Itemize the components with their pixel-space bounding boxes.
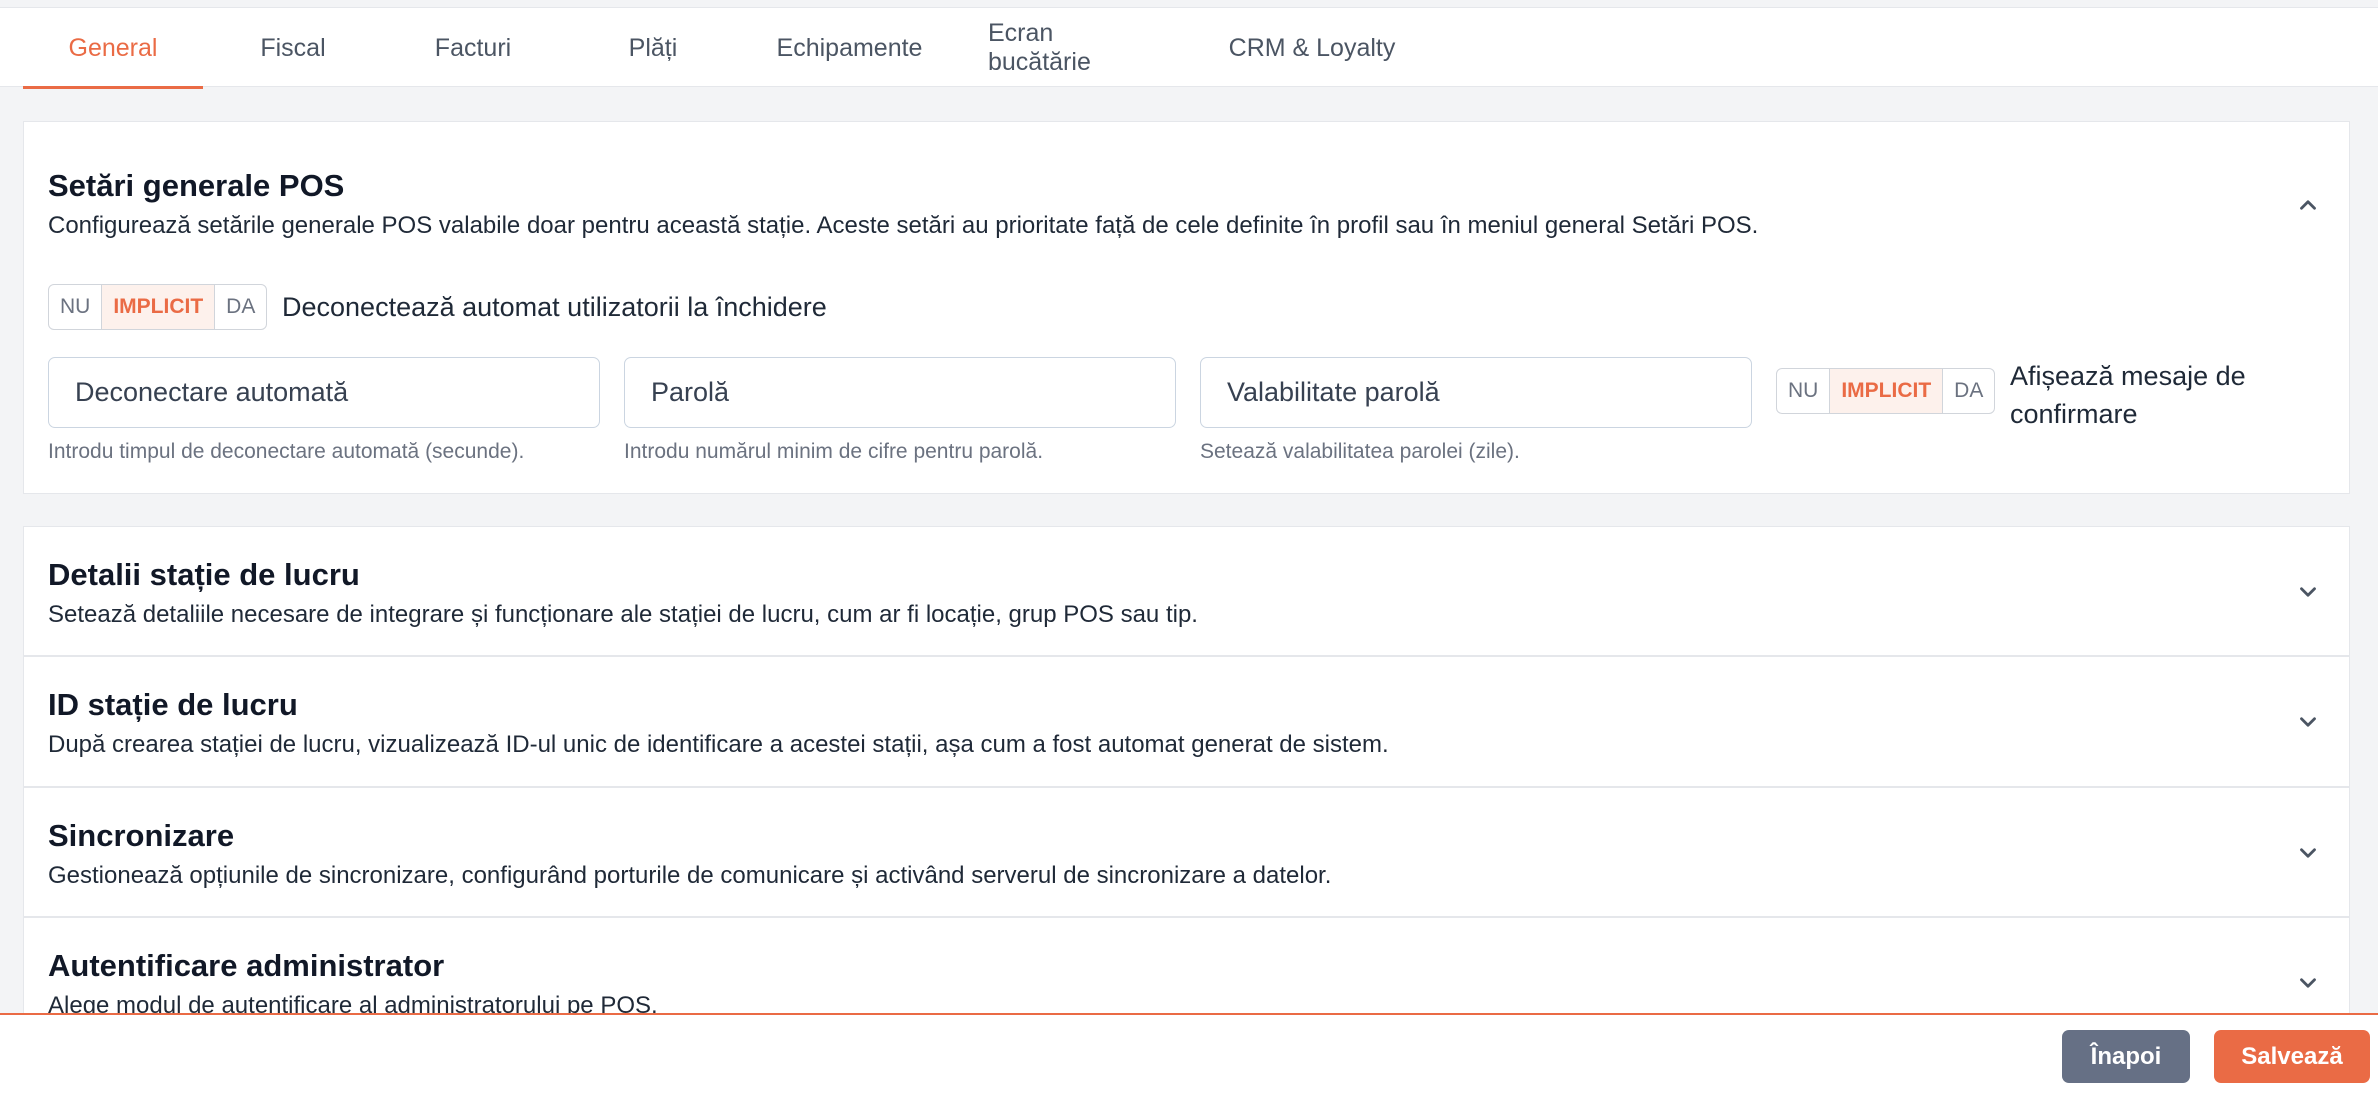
section-title: Detalii stație de lucru (48, 557, 360, 592)
tab-bar: General Fiscal Facturi Plăți Echipamente… (0, 7, 2378, 89)
tab-echipamente[interactable]: Echipamente (743, 8, 956, 88)
tab-ecran-bucatarie[interactable]: Ecran bucătărie (956, 8, 1194, 88)
auto-logout-input[interactable] (48, 357, 600, 428)
toggle-option-nu[interactable]: NU (49, 285, 103, 329)
general-settings-card: Setări generale POS Configurează setăril… (23, 121, 2350, 494)
toggle-option-da[interactable]: DA (215, 285, 266, 329)
chevron-down-icon[interactable] (2291, 575, 2325, 609)
toggle-option-implicit[interactable]: IMPLICIT (1830, 369, 1944, 413)
section-title: ID stație de lucru (48, 687, 298, 722)
section-title: Sincronizare (48, 818, 235, 853)
auto-logout-toggle: NU IMPLICIT DA (48, 284, 268, 330)
save-button[interactable]: Salvează (2214, 1030, 2370, 1083)
workstation-details-card[interactable]: Detalii stație de lucru Setează detaliil… (23, 526, 2350, 656)
tab-facturi[interactable]: Facturi (383, 8, 563, 88)
section-description: Configurează setările generale POS valab… (48, 212, 1759, 239)
password-hint: Introdu numărul minim de cifre pentru pa… (624, 440, 1044, 463)
tab-crm-loyalty[interactable]: CRM & Loyalty (1194, 8, 1430, 88)
toggle-option-da[interactable]: DA (1943, 369, 1994, 413)
workstation-id-card[interactable]: ID stație de lucru După crearea stației … (23, 656, 2350, 787)
chevron-down-icon[interactable] (2291, 966, 2325, 1000)
section-title: Setări generale POS (48, 168, 345, 203)
password-validity-input[interactable] (1200, 357, 1752, 428)
password-input[interactable] (624, 357, 1176, 428)
chevron-down-icon[interactable] (2291, 836, 2325, 870)
auto-logout-toggle-label: Deconectează automat utilizatorii la înc… (282, 292, 827, 322)
confirm-messages-label: Afișează mesaje de confirmare (2010, 361, 2246, 429)
tab-fiscal[interactable]: Fiscal (203, 8, 383, 88)
confirm-messages-toggle: NU IMPLICIT DA (1776, 368, 1996, 414)
section-title: Autentificare administrator (48, 948, 445, 983)
tab-list: General Fiscal Facturi Plăți Echipamente… (23, 8, 1430, 89)
toggle-option-nu[interactable]: NU (1777, 369, 1831, 413)
back-button[interactable]: Înapoi (2062, 1030, 2190, 1083)
password-validity-hint: Setează valabilitatea parolei (zile). (1200, 440, 1520, 463)
sync-card[interactable]: Sincronizare Gestionează opțiunile de si… (23, 787, 2350, 917)
section-description: După crearea stației de lucru, vizualize… (48, 731, 1389, 758)
footer-bar: Înapoi Salvează (0, 1013, 2378, 1096)
toggle-option-implicit[interactable]: IMPLICIT (102, 285, 216, 329)
tab-general[interactable]: General (23, 8, 203, 89)
tab-plati[interactable]: Plăți (563, 8, 743, 88)
chevron-down-icon[interactable] (2291, 705, 2325, 739)
chevron-up-icon[interactable] (2291, 188, 2325, 222)
section-description: Gestionează opțiunile de sincronizare, c… (48, 862, 1332, 889)
section-description: Setează detaliile necesare de integrare … (48, 601, 1198, 628)
auto-logout-hint: Introdu timpul de deconectare automată (… (48, 440, 525, 463)
